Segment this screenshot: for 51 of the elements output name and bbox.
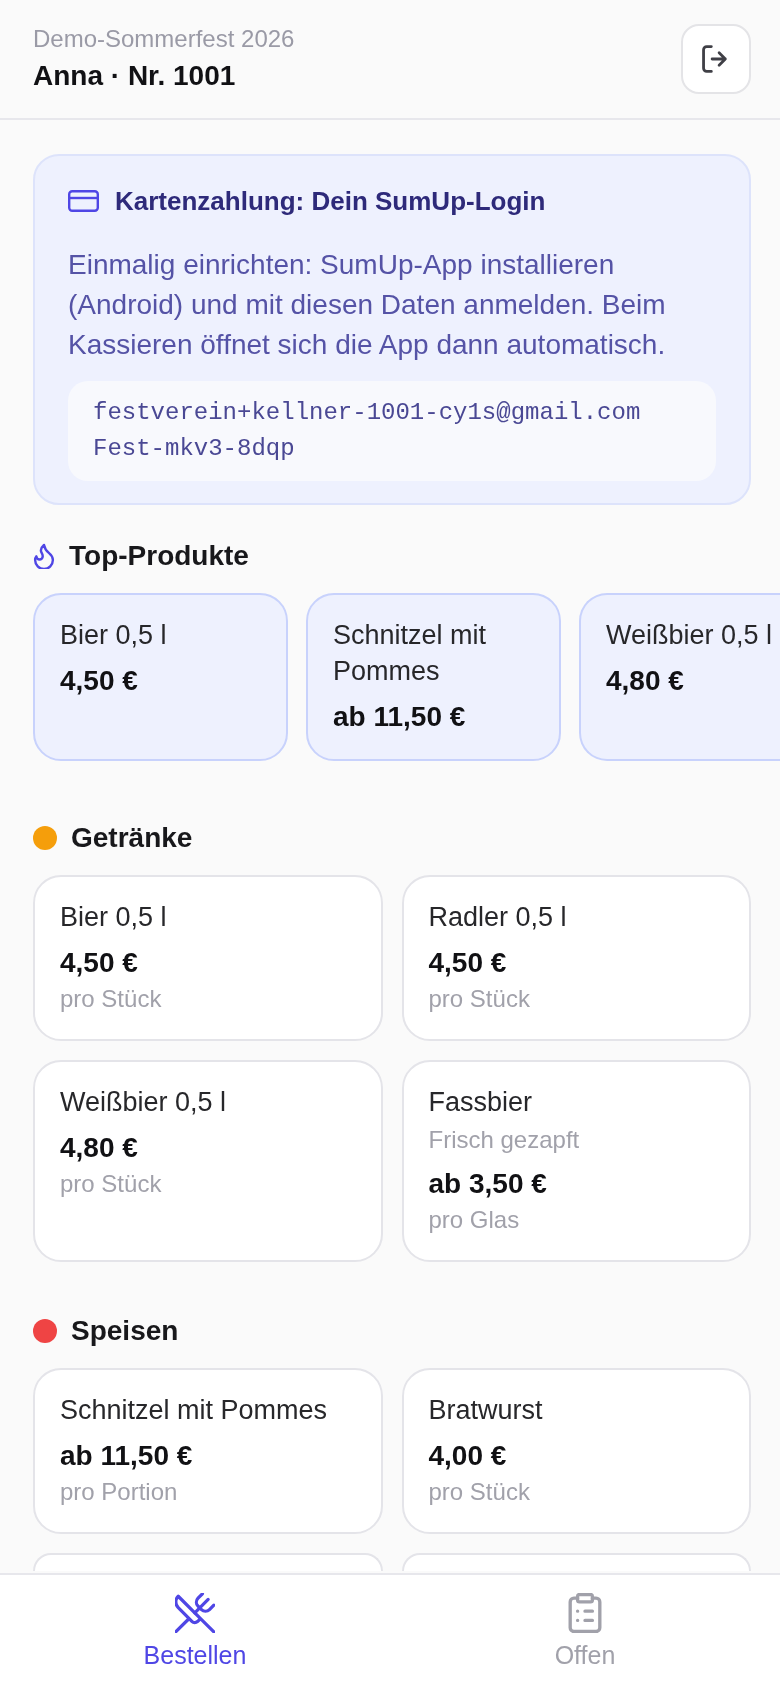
product-unit: pro Portion bbox=[60, 1477, 179, 1507]
event-title: Demo-Sommerfest 2026 bbox=[33, 24, 295, 54]
credential-line: festverein+kellner-1001-cy1s@gmail.com bbox=[93, 398, 642, 428]
product-card[interactable]: Schnitzel mit Pommes ab 11,50 € bbox=[306, 593, 561, 761]
product-name: Bier 0,5 l bbox=[60, 619, 168, 652]
product-card[interactable]: Bratwurst 4,00 € pro Stück bbox=[401, 1368, 751, 1534]
credential-line: Fest-mkv3-8dqp bbox=[93, 434, 296, 464]
fork-knife-icon bbox=[175, 1593, 215, 1633]
product-price: 4,00 € bbox=[428, 1439, 508, 1473]
info-text: Einmalig einrichten: SumUp-App installieren (Android) und mit diesen Daten anmelden. Beim Kassieren öffnet sich die App dann automatisch. bbox=[68, 248, 667, 362]
product-price: 4,50 € bbox=[428, 946, 508, 980]
product-price: ab 11,50 € bbox=[333, 700, 467, 734]
info-title: Kartenzahlung: Dein SumUp-Login bbox=[115, 185, 546, 217]
product-unit: pro Stück bbox=[60, 984, 163, 1014]
product-price: 4,80 € bbox=[606, 664, 685, 698]
product-unit: pro Glas bbox=[428, 1205, 521, 1235]
waiter-name: Anna · Nr. 1001 bbox=[33, 59, 237, 93]
nav-tab[interactable]: Bestellen bbox=[0, 1575, 390, 1688]
product-name: Weißbier 0,5 l bbox=[60, 1086, 228, 1119]
product-unit: pro Stück bbox=[428, 1477, 531, 1507]
product-card[interactable]: Schnitzel mit Pommes ab 11,50 € pro Portion bbox=[33, 1368, 383, 1534]
product-card[interactable] bbox=[33, 1553, 383, 1571]
product-card[interactable]: Radler 0,5 l 4,50 € pro Stück bbox=[401, 875, 751, 1041]
product-price: 4,80 € bbox=[60, 1131, 139, 1165]
section-title: Getränke bbox=[71, 822, 193, 854]
product-unit: pro Stück bbox=[60, 1169, 163, 1199]
product-name: Schnitzel mit Pommes bbox=[60, 1394, 329, 1427]
product-unit: pro Stück bbox=[428, 984, 531, 1014]
logout-button[interactable] bbox=[681, 24, 751, 94]
product-card[interactable]: Fassbier Frisch gezapft ab 3,50 € pro Glas bbox=[401, 1060, 751, 1262]
product-name: Bier 0,5 l bbox=[60, 901, 168, 934]
product-card[interactable] bbox=[401, 1553, 751, 1571]
product-name: Schnitzel mit Pommes bbox=[333, 619, 488, 688]
product-price: 4,50 € bbox=[60, 664, 139, 698]
product-price: ab 3,50 € bbox=[428, 1167, 548, 1201]
logout-icon bbox=[702, 45, 730, 73]
product-description: Frisch gezapft bbox=[428, 1125, 581, 1155]
section-title: Top-Produkte bbox=[69, 540, 249, 572]
product-name: Fassbier bbox=[428, 1086, 534, 1119]
product-card[interactable]: Weißbier 0,5 l 4,80 € bbox=[579, 593, 780, 761]
product-name: Bratwurst bbox=[428, 1394, 544, 1427]
credit-card-icon bbox=[68, 190, 99, 212]
product-price: 4,50 € bbox=[60, 946, 139, 980]
product-price: ab 11,50 € bbox=[60, 1439, 194, 1473]
flame-icon bbox=[33, 543, 55, 569]
product-card[interactable]: Bier 0,5 l 4,50 € bbox=[33, 593, 288, 761]
product-card[interactable]: Weißbier 0,5 l 4,80 € pro Stück bbox=[33, 1060, 383, 1262]
product-card[interactable]: Bier 0,5 l 4,50 € pro Stück bbox=[33, 875, 383, 1041]
section-title: Speisen bbox=[71, 1315, 179, 1347]
product-name: Weißbier 0,5 l bbox=[606, 619, 774, 652]
product-name: Radler 0,5 l bbox=[428, 901, 568, 934]
